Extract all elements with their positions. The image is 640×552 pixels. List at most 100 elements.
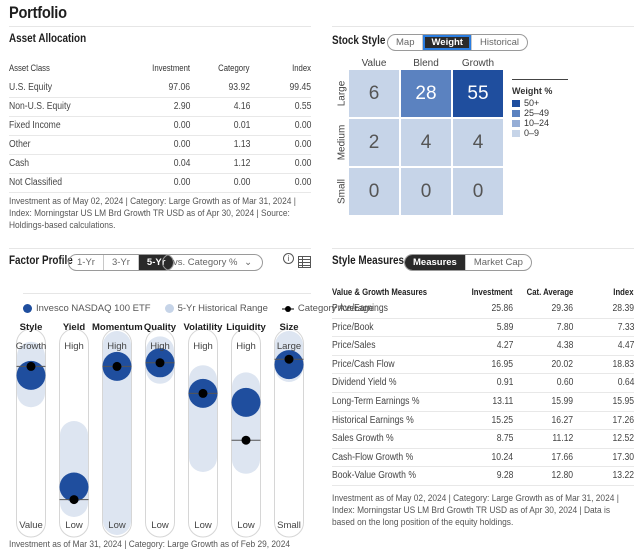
cell-value: 97.06 <box>168 82 190 93</box>
compare-dropdown-label: vs. Category % <box>173 257 237 268</box>
table-row: Not Classified0.000.000.00 <box>9 174 311 193</box>
column-header: Category <box>219 63 250 73</box>
divider <box>332 248 634 249</box>
cell-value: 15.25 <box>491 415 513 426</box>
category-average-marker <box>70 495 79 504</box>
style-box-cell: 4 <box>453 119 503 166</box>
row-label: Price/Book <box>332 322 374 333</box>
investment-marker <box>232 388 261 417</box>
row-label: U.S. Equity <box>9 82 52 93</box>
table-row: Price/Earnings25.8629.3628.39 <box>332 300 634 319</box>
cell-value: 7.33 <box>617 322 634 333</box>
factor-high-label: Large <box>264 341 314 352</box>
column-header: Investment <box>472 287 513 297</box>
table-row: Long-Term Earnings %13.1115.9915.95 <box>332 393 634 412</box>
cell-value: 0.00 <box>173 120 190 131</box>
cell-value: 15.95 <box>612 396 634 407</box>
table-row: Price/Book5.897.807.33 <box>332 319 634 338</box>
divider <box>23 293 311 294</box>
row-label: Sales Growth % <box>332 433 394 444</box>
legend-swatch <box>512 120 520 127</box>
category-average-marker <box>242 436 251 445</box>
table-icon[interactable] <box>298 256 311 268</box>
column-header: Index <box>292 63 311 73</box>
compare-dropdown[interactable]: vs. Category % ⌄ <box>162 254 263 271</box>
cell-value: 1.12 <box>233 158 250 169</box>
cell-value: 0.00 <box>294 139 311 150</box>
table-row: Price/Sales4.274.384.47 <box>332 337 634 356</box>
row-label: Cash <box>9 158 29 169</box>
style-box-cell: 4 <box>401 119 451 166</box>
legend-investment: Invesco NASDAQ 100 ETF <box>36 303 151 314</box>
legend-label: 25–49 <box>524 108 549 118</box>
cell-value: 15.99 <box>551 396 573 407</box>
cell-value: 17.66 <box>551 452 573 463</box>
row-label: Cash-Flow Growth % <box>332 452 413 463</box>
table-row: Cash-Flow Growth %10.2417.6617.30 <box>332 449 634 468</box>
style-box-cell: 0 <box>453 168 503 215</box>
tab-historical[interactable]: Historical <box>471 35 527 50</box>
investment-marker <box>275 350 304 379</box>
row-label: Price/Earnings <box>332 303 388 314</box>
style-box-row-label: Medium <box>337 118 348 168</box>
chevron-down-icon: ⌄ <box>244 257 252 268</box>
period-1-yr[interactable]: 1-Yr <box>69 255 103 270</box>
period-3-yr[interactable]: 3-Yr <box>103 255 138 270</box>
category-marker-icon <box>282 305 294 313</box>
cell-value: 0.55 <box>294 101 311 112</box>
row-label: Dividend Yield % <box>332 377 397 388</box>
table-row: Non-U.S. Equity2.904.160.55 <box>9 98 311 117</box>
cell-value: 18.83 <box>612 359 634 370</box>
style-box-cell: 0 <box>401 168 451 215</box>
legend-label: 10–24 <box>524 118 549 128</box>
column-header: Index <box>614 287 634 297</box>
category-average-marker <box>285 355 294 364</box>
style-box-column-label: Blend <box>401 58 451 69</box>
tab-market-cap[interactable]: Market Cap <box>465 255 531 270</box>
cell-value: 11.12 <box>552 433 573 444</box>
cell-value: 0.00 <box>294 177 311 188</box>
factor-profile-title: Factor Profile <box>9 255 73 267</box>
style-box-column-label: Growth <box>453 58 503 69</box>
style-box-column-label: Value <box>349 58 399 69</box>
category-average-marker <box>113 362 122 371</box>
legend-swatch <box>512 110 520 117</box>
cell-value: 9.28 <box>496 470 513 481</box>
table-header: Value & Growth MeasuresInvestmentCat. Av… <box>332 284 634 300</box>
legend-range: 5-Yr Historical Range <box>178 303 268 314</box>
column-header: Asset Class <box>9 63 50 73</box>
legend-item: 0–9 <box>512 128 568 138</box>
factor-low-label: Small <box>264 520 314 531</box>
column-header: Investment <box>152 63 190 73</box>
page-title: Portfolio <box>9 3 67 23</box>
table-row: Sales Growth %8.7511.1212.52 <box>332 430 634 449</box>
category-average-marker <box>156 358 165 367</box>
info-icon[interactable]: i <box>283 253 294 264</box>
legend-rule <box>512 79 568 80</box>
cell-value: 2.90 <box>173 101 190 112</box>
column-header: Cat. Average <box>526 287 573 297</box>
cell-value: 0.01 <box>233 120 250 131</box>
cell-value: 0.04 <box>173 158 190 169</box>
legend-item: 50+ <box>512 98 568 108</box>
table-row: Cash0.041.120.00 <box>9 155 311 174</box>
row-label: Fixed Income <box>9 120 61 131</box>
factor-profile-note: Investment as of Mar 31, 2024 | Category… <box>9 539 308 551</box>
stock-style-toggle: MapWeightHistorical <box>387 34 528 51</box>
legend-swatch <box>512 100 520 107</box>
cell-value: 0.91 <box>496 377 513 388</box>
cell-value: 99.45 <box>289 82 311 93</box>
tab-measures[interactable]: Measures <box>405 255 465 270</box>
cell-value: 28.39 <box>612 303 634 314</box>
legend-item: 10–24 <box>512 118 568 128</box>
range-dot-icon <box>165 304 174 313</box>
cell-value: 0.00 <box>294 120 311 131</box>
table-row: Book-Value Growth %9.2812.8013.22 <box>332 467 634 486</box>
tab-weight[interactable]: Weight <box>422 35 471 50</box>
cell-value: 12.80 <box>551 470 573 481</box>
asset-allocation-title: Asset Allocation <box>9 33 86 45</box>
tab-map[interactable]: Map <box>388 35 422 50</box>
table-row: Dividend Yield %0.910.600.64 <box>332 374 634 393</box>
style-measures-note: Investment as of May 02, 2024 | Category… <box>332 493 631 529</box>
historical-range-bar <box>232 372 260 473</box>
